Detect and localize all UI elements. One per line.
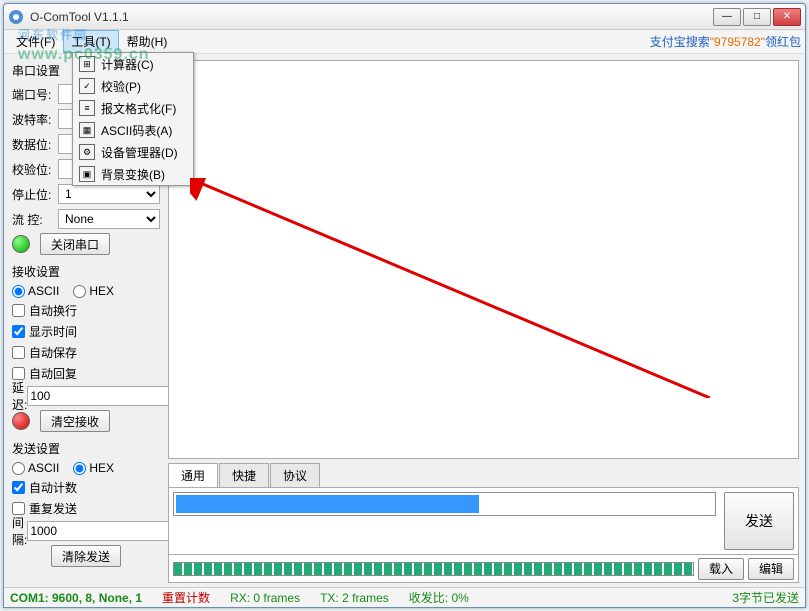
baud-label: 波特率:	[12, 111, 58, 128]
port-led-icon	[12, 235, 30, 253]
tab-general[interactable]: 通用	[168, 463, 218, 487]
window-title: O-ComTool V1.1.1	[30, 10, 713, 24]
flow-label: 流 控:	[12, 211, 58, 228]
gear-icon: ⚙	[79, 144, 95, 160]
close-button[interactable]: ✕	[773, 8, 801, 26]
tools-dropdown: ⊞计算器(C) ✓校验(P) ≡报文格式化(F) ▦ASCII码表(A) ⚙设备…	[72, 52, 194, 186]
window-buttons: — □ ✕	[713, 8, 801, 26]
rx-hex-radio[interactable]: HEX	[73, 284, 114, 298]
tx-hex-radio[interactable]: HEX	[73, 461, 114, 475]
load-button[interactable]: 载入	[698, 558, 744, 580]
menu-verify[interactable]: ✓校验(P)	[73, 75, 193, 97]
menu-ascii[interactable]: ▦ASCII码表(A)	[73, 119, 193, 141]
close-port-button[interactable]: 关闭串口	[40, 233, 110, 255]
wrap-checkbox[interactable]	[12, 304, 25, 317]
bg-icon: ▣	[79, 166, 95, 182]
minimize-button[interactable]: —	[713, 8, 741, 26]
count-checkbox[interactable]	[12, 481, 25, 494]
promo-text: 支付宝搜索"9795782"领红包	[650, 33, 801, 50]
format-icon: ≡	[79, 100, 95, 116]
rx-ascii-radio[interactable]: ASCII	[12, 284, 59, 298]
delay-label: 延迟:	[12, 379, 27, 413]
stop-select[interactable]: 1	[58, 184, 160, 204]
reset-count-link[interactable]: 重置计数	[162, 589, 210, 606]
titlebar: O-ComTool V1.1.1 — □ ✕	[4, 4, 805, 30]
menu-file[interactable]: 文件(F)	[8, 30, 63, 53]
main-area: 通用 快捷 协议 发送 载入 编辑	[168, 54, 805, 587]
menu-format[interactable]: ≡报文格式化(F)	[73, 97, 193, 119]
maximize-button[interactable]: □	[743, 8, 771, 26]
grid-icon: ▦	[79, 122, 95, 138]
send-button[interactable]: 发送	[724, 492, 794, 550]
rx-led-icon	[12, 412, 30, 430]
send-pane: 通用 快捷 协议 发送 载入 编辑	[168, 463, 799, 583]
calc-icon: ⊞	[79, 56, 95, 72]
stop-label: 停止位:	[12, 186, 58, 203]
send-input[interactable]	[173, 492, 716, 516]
parity-label: 校验位:	[12, 161, 58, 178]
menu-background[interactable]: ▣背景变换(B)	[73, 163, 193, 185]
port-label: 端口号:	[12, 86, 58, 103]
status-tx-frames: TX: 2 frames	[320, 591, 389, 605]
status-port: COM1: 9600, 8, None, 1	[10, 591, 142, 605]
clear-tx-button[interactable]: 清除发送	[51, 545, 121, 567]
tx-ascii-radio[interactable]: ASCII	[12, 461, 59, 475]
status-ratio: 收发比: 0%	[409, 589, 469, 606]
tab-quick[interactable]: 快捷	[219, 463, 269, 487]
data-label: 数据位:	[12, 136, 58, 153]
statusbar: COM1: 9600, 8, None, 1 重置计数 RX: 0 frames…	[4, 587, 805, 607]
rx-group-title: 接收设置	[12, 263, 160, 280]
repeat-checkbox[interactable]	[12, 502, 25, 515]
status-sent: 3字节已发送	[732, 589, 799, 606]
app-icon	[8, 9, 24, 25]
menu-tools[interactable]: 工具(T)	[63, 30, 118, 53]
menu-help[interactable]: 帮助(H)	[119, 30, 176, 53]
reply-checkbox[interactable]	[12, 367, 25, 380]
menubar: 文件(F) 工具(T) 帮助(H) 支付宝搜索"9795782"领红包	[4, 30, 805, 54]
check-icon: ✓	[79, 78, 95, 94]
tx-group-title: 发送设置	[12, 440, 160, 457]
menu-calculator[interactable]: ⊞计算器(C)	[73, 53, 193, 75]
menu-device-manager[interactable]: ⚙设备管理器(D)	[73, 141, 193, 163]
save-checkbox[interactable]	[12, 346, 25, 359]
flow-select[interactable]: None	[58, 209, 160, 229]
clear-rx-button[interactable]: 清空接收	[40, 410, 110, 432]
interval-label: 间隔:	[12, 514, 27, 548]
edit-button[interactable]: 编辑	[748, 558, 794, 580]
progress-bar	[173, 562, 694, 576]
tab-protocol[interactable]: 协议	[270, 463, 320, 487]
interval-input[interactable]	[27, 521, 168, 541]
receive-textarea[interactable]	[168, 60, 799, 459]
status-rx-frames: RX: 0 frames	[230, 591, 300, 605]
time-checkbox[interactable]	[12, 325, 25, 338]
app-window: O-ComTool V1.1.1 — □ ✕ 文件(F) 工具(T) 帮助(H)…	[3, 3, 806, 608]
delay-input[interactable]	[27, 386, 168, 406]
